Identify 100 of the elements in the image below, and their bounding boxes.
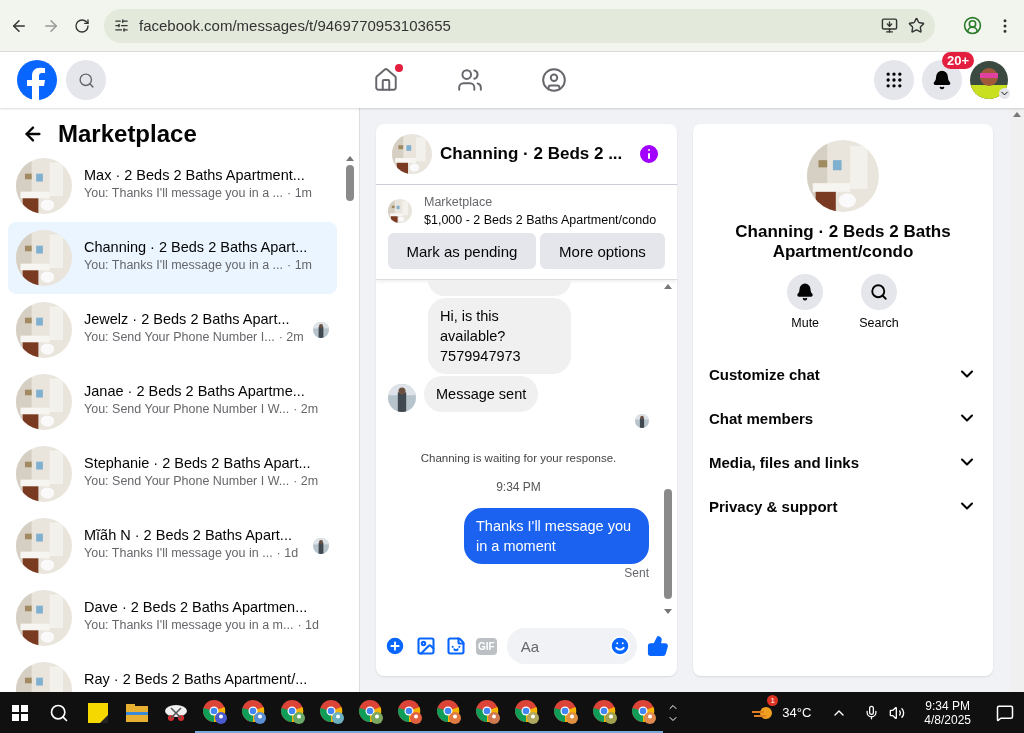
message-bubble: Thanks I'll message you in a moment [464,508,649,564]
message-preview: You: Thanks I'll message you in a ... [84,186,284,200]
message-preview: You: Send Your Phone Number I W... [84,474,290,488]
browser-icon[interactable] [474,698,501,725]
section-header[interactable]: Privacy & support [693,484,993,528]
message-bubble: Message sent [424,376,539,412]
bell-icon [796,283,815,301]
apps-menu-button[interactable] [874,60,914,100]
search-icon [870,283,888,301]
conversation-title: Channing · 2 Beds 2 Baths Apartment/condo [734,222,952,262]
browser-icon[interactable] [279,698,306,725]
sticker-icon[interactable] [446,636,466,656]
bell-icon [932,70,952,90]
section-header[interactable]: Customize chat [693,352,993,396]
clock-time: 9:34 PM [925,698,970,713]
more-options-button[interactable]: More options [539,233,665,269]
conversation-item[interactable]: Max · 2 Beds 2 Baths Apartment... You: Thanks I'll message you in a ... · 1m [8,150,337,222]
conversation-item[interactable]: Stephanie · 2 Beds 2 Baths Apart... You: Send Your Phone Number I W... · 2m [8,438,337,510]
browser-icon[interactable] [357,698,384,725]
conversation-name: Ray · 2 Beds 2 Baths Apartment/... [84,671,309,687]
address-bar[interactable]: facebook.com/messages/t/9469770953103655 [104,8,935,43]
message-preview: You: Send Your Phone Number I W... [84,402,290,416]
info-icon[interactable] [637,142,661,166]
message-input[interactable]: Aa [518,636,609,656]
conversation-name: Janae · 2 Beds 2 Baths Apartme... [84,383,306,399]
message-time: · 1d [297,618,319,632]
chat-title: Channing · 2 Beds 2 ... [440,144,624,164]
conversation-name: Max · 2 Beds 2 Baths Apartment... [84,167,306,183]
conversation-name: Jewelz · 2 Beds 2 Baths Apart... [84,311,291,327]
message-time: · 1m [287,186,313,200]
message-time: · 2m [278,330,304,344]
browser-icon[interactable] [630,698,657,725]
scrollbar[interactable] [663,284,673,614]
conversation-item[interactable]: Janae · 2 Beds 2 Baths Apartme... You: Send Your Phone Number I W... · 2m [8,366,337,438]
section-header[interactable]: Chat members [693,396,993,440]
notification-badge: 20+ [941,52,974,69]
groups-icon[interactable] [541,67,567,93]
conversation-item[interactable]: Dave · 2 Beds 2 Baths Apartmen... You: Thanks I'll message you in a m... · 1d [8,582,337,654]
scrollbar[interactable] [1010,108,1024,692]
url-text: facebook.com/messages/t/9469770953103655 [139,17,452,34]
conversation-name: Stephanie · 2 Beds 2 Baths Apart... [84,455,312,471]
browser-icon[interactable] [552,698,579,725]
emoji-icon[interactable] [609,635,631,657]
browser-icon[interactable] [396,698,423,725]
page-title: Marketplace [58,120,197,148]
image-icon[interactable] [416,636,436,656]
sent-status: Sent [624,566,649,580]
profile-icon[interactable] [963,16,982,35]
scissors-icon[interactable] [163,702,188,723]
friends-icon[interactable] [457,67,483,93]
conversation-name: Mĩãh N · 2 Beds 2 Baths Apart... [84,527,293,543]
conversation-name: Dave · 2 Beds 2 Baths Apartmen... [84,599,309,615]
mark-pending-button[interactable]: Mark as pending [388,233,536,269]
listing-label: Marketplace [424,195,494,209]
bookmark-star-icon[interactable] [908,17,925,34]
search-button[interactable] [66,60,106,100]
timestamp: 9:34 PM [495,480,542,494]
temperature: 34°C [782,705,812,720]
browser-icon[interactable] [201,698,228,725]
conversation-item[interactable]: Channing · 2 Beds 2 Baths Apart... You: Thanks I'll message you in a ... · 1m [8,222,337,294]
conversation-item[interactable]: Mĩãh N · 2 Beds 2 Baths Apart... You: Thanks I'll message you in ... · 1d [8,510,337,582]
scrollbar-thumb[interactable] [346,165,354,201]
add-icon[interactable] [384,635,406,657]
message-preview: You: Thanks I'll message you in ... [84,546,273,560]
message-preview: You: Thanks I'll message you in a ... [84,258,284,272]
browser-icon[interactable] [591,698,618,725]
folder-icon[interactable] [125,703,148,722]
message-time: · 1m [287,258,313,272]
scroll-down-icon[interactable] [664,609,672,614]
scroll-up-icon[interactable] [346,156,354,161]
scrollbar-thumb[interactable] [664,489,672,599]
clock-date: 4/8/2025 [924,712,971,727]
message-preview: You: Thanks I'll message you in a m... [84,618,294,632]
weather-badge: 1 [767,695,779,706]
listing-title: $1,000 - 2 Beds 2 Baths Apartment/condo [424,213,657,227]
browser-icon[interactable] [435,698,462,725]
site-settings-icon[interactable] [114,18,129,33]
browser-icon[interactable] [318,698,345,725]
account-button[interactable] [970,61,1008,99]
message-time: · 2m [293,402,319,416]
scroll-up-icon[interactable] [1013,112,1021,117]
search-icon [77,71,95,89]
section-header[interactable]: Media, files and links [693,440,993,484]
system-message: Channing is waiting for your response. [419,452,618,464]
sticky-notes-icon[interactable] [87,702,108,723]
browser-icon[interactable] [513,698,540,725]
message-time: · 1d [276,546,299,560]
grid-icon [884,70,904,90]
logo-icon[interactable] [16,59,58,101]
conversation-item[interactable]: Jewelz · 2 Beds 2 Baths Apart... You: Send Your Phone Number I... · 2m [8,294,337,366]
reload-icon[interactable] [74,17,90,34]
caret-icon [999,88,1010,99]
browser-icon[interactable] [240,698,267,725]
install-icon[interactable] [881,17,898,34]
message-field[interactable]: Aa [506,628,637,664]
message-bubble: Hi, is this available? 7579947973 [428,298,571,374]
message-preview: You: Send Your Phone Number I... [84,330,275,344]
message-time: · 2m [293,474,319,488]
like-icon[interactable] [647,635,669,657]
scroll-up-icon[interactable] [664,284,672,289]
